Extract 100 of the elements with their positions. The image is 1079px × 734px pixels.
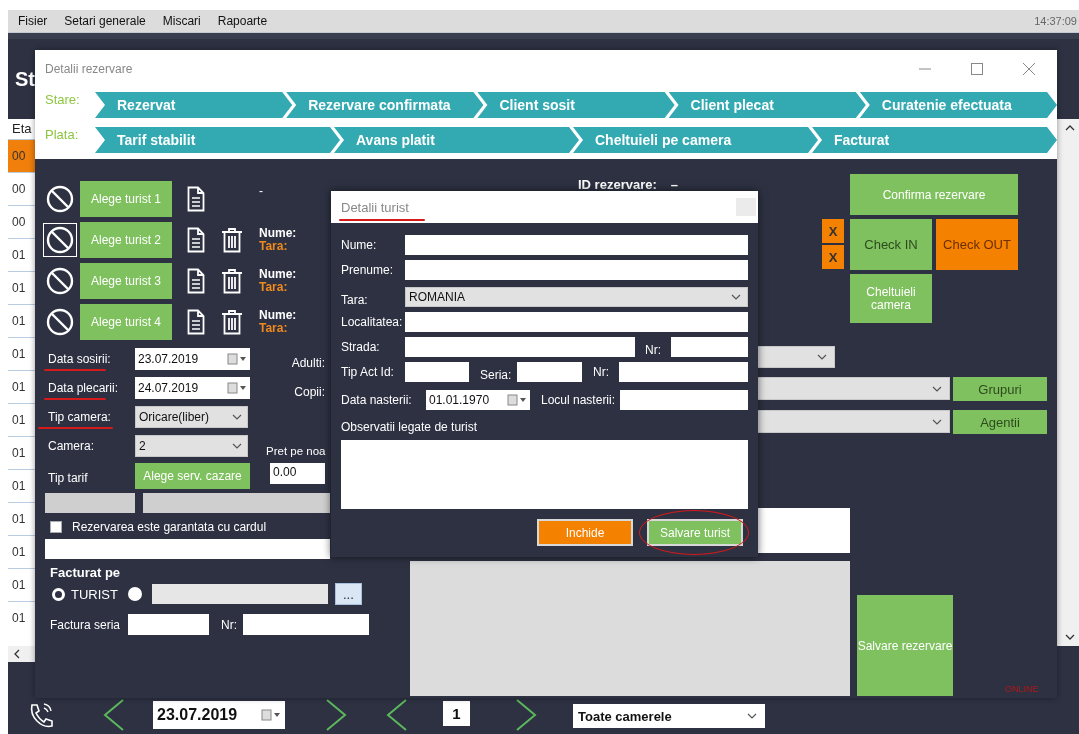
document-icon[interactable] — [187, 186, 205, 212]
field-label: Strada: — [341, 339, 381, 354]
card-guarantee-label: Rezervarea este garantata cu cardul — [72, 520, 267, 534]
menu-item[interactable]: Setari generale — [64, 14, 146, 28]
room-type-label: Tip camera: — [48, 409, 111, 424]
invoice-number-label: Nr: — [221, 617, 238, 632]
field-label: Locul nasterii: — [541, 392, 617, 407]
app-title: St — [15, 67, 35, 91]
input-field[interactable] — [243, 614, 370, 635]
chevron-down-icon[interactable] — [932, 418, 942, 425]
clear-button[interactable]: X — [822, 245, 844, 269]
document-icon[interactable] — [187, 268, 205, 294]
name-label: Nume: — [259, 227, 297, 240]
input-field[interactable] — [405, 336, 635, 357]
room-filter-dropdown[interactable]: Toate camerele — [573, 704, 765, 728]
chevron-down-icon[interactable] — [932, 385, 942, 392]
name-label: Nume: — [259, 268, 297, 281]
status-row-label: Plata: — [45, 127, 80, 142]
tourist-placeholder-text: - — [259, 184, 263, 198]
scroll-down-icon[interactable] — [1065, 634, 1075, 640]
groups-button[interactable]: Grupuri — [953, 377, 1047, 401]
menu-item[interactable]: Rapoarte — [217, 14, 268, 28]
status-row-label: Stare: — [45, 92, 81, 107]
chevron-down-icon[interactable] — [747, 713, 757, 719]
calendar-dropdown-icon[interactable] — [227, 352, 247, 365]
input-field[interactable] — [151, 584, 328, 604]
maximize-icon[interactable] — [971, 63, 983, 75]
field-label: Nr: — [645, 343, 662, 357]
reservation-id-value: – — [670, 177, 678, 192]
page-number: 1 — [443, 701, 470, 726]
invoice-series-label: Factura seria — [50, 617, 121, 632]
room-dropdown[interactable]: 2 — [135, 434, 248, 457]
calendar-dropdown-icon[interactable] — [227, 381, 247, 394]
document-icon[interactable] — [187, 309, 205, 335]
menu-item[interactable]: Fisier — [18, 14, 48, 28]
calendar-dropdown-icon[interactable] — [507, 393, 527, 406]
country-dropdown[interactable]: ROMANIA — [405, 286, 748, 307]
chevron-down-icon[interactable] — [232, 442, 242, 449]
date-field[interactable]: 24.07.2019 — [135, 376, 250, 399]
invoice-to-title: Facturat pe — [50, 565, 122, 581]
browse-button[interactable]: ... — [334, 583, 362, 605]
field-label: Localitatea: — [341, 314, 404, 329]
trash-icon[interactable] — [221, 268, 243, 294]
departure-date-label: Data plecarii: — [48, 380, 119, 395]
input-field[interactable] — [143, 493, 330, 513]
input-field[interactable] — [517, 361, 582, 382]
radio-button[interactable] — [127, 587, 142, 601]
radio-label: TURIST — [71, 586, 118, 602]
ban-icon[interactable] — [45, 266, 75, 296]
room-type-dropdown[interactable]: Oricare(liber) — [135, 405, 248, 428]
price-field[interactable]: 0.00 — [270, 463, 325, 484]
menu-item[interactable]: Miscari — [162, 14, 201, 28]
input-field[interactable] — [671, 336, 748, 357]
input-field[interactable] — [405, 361, 469, 382]
scroll-up-icon[interactable] — [1065, 125, 1075, 131]
country-label: Tara: — [259, 281, 289, 294]
trash-icon[interactable] — [221, 227, 243, 253]
calendar-dropdown-icon[interactable] — [261, 709, 281, 721]
input-field[interactable] — [405, 234, 748, 255]
children-label: Copii: — [293, 385, 325, 399]
field-label: Nr: — [593, 364, 610, 379]
agencies-button[interactable]: Agentii — [953, 410, 1047, 434]
annotation-underline — [44, 397, 106, 400]
ban-icon[interactable] — [45, 184, 75, 214]
arrival-date-label: Data sosirii: — [48, 351, 111, 366]
chevron-down-icon[interactable] — [731, 293, 741, 300]
document-icon[interactable] — [187, 227, 205, 253]
field-label: Tara: — [341, 293, 369, 307]
field-label: Observatii legate de turist — [341, 420, 479, 434]
input-field[interactable] — [45, 493, 135, 513]
input-field[interactable] — [619, 361, 748, 382]
ban-icon[interactable] — [43, 223, 77, 257]
ban-icon[interactable] — [45, 307, 75, 337]
scroll-left-icon[interactable] — [14, 649, 20, 659]
input-field[interactable] — [128, 614, 210, 635]
check-out-button[interactable]: Check OUT — [936, 219, 1018, 270]
rate-label: Tip tarif — [48, 471, 88, 485]
radio-button[interactable] — [52, 587, 65, 601]
field-label: Tip Act Id: — [341, 364, 395, 379]
price-label: Pret pe noa — [266, 445, 326, 457]
chevron-down-icon[interactable] — [817, 354, 827, 360]
input-field[interactable] — [405, 259, 748, 280]
check-in-button[interactable]: Check IN — [850, 219, 932, 270]
date-field[interactable]: 01.01.1970 — [426, 389, 530, 410]
clear-button[interactable]: X — [822, 219, 844, 243]
input-field[interactable] — [45, 539, 330, 559]
clock-text: 14:37:09 — [1034, 15, 1078, 27]
field-label: Seria: — [480, 368, 513, 382]
chevron-down-icon[interactable] — [232, 413, 242, 420]
date-field[interactable]: 23.07.2019 — [153, 701, 285, 729]
reservation-id-label: ID rezervare: — [578, 177, 657, 192]
checkbox[interactable] — [50, 521, 62, 533]
input-field[interactable] — [405, 311, 748, 332]
trash-icon[interactable] — [221, 309, 243, 335]
window-title: Detalii rezervare — [45, 62, 133, 76]
input-field[interactable] — [620, 389, 748, 410]
date-field[interactable]: 23.07.2019 — [135, 347, 250, 370]
annotation-underline — [44, 368, 106, 371]
close-icon[interactable] — [1023, 63, 1035, 75]
table-scrollbar[interactable] — [1055, 119, 1079, 646]
